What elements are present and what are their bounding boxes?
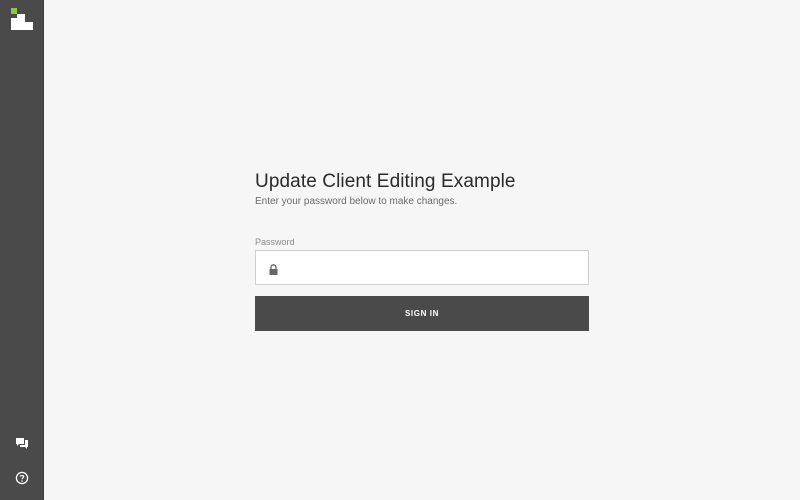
help-icon[interactable]: [12, 468, 32, 488]
main-content: Update Client Editing Example Enter your…: [44, 0, 800, 500]
password-input[interactable]: [286, 251, 588, 284]
password-field[interactable]: [255, 250, 589, 285]
signin-button[interactable]: SIGN IN: [255, 296, 589, 331]
page-title: Update Client Editing Example: [255, 171, 516, 192]
password-label: Password: [255, 237, 295, 247]
chat-icon[interactable]: [12, 434, 32, 454]
logo-icon[interactable]: [11, 8, 33, 30]
lock-icon: [269, 262, 278, 275]
sidebar: [0, 0, 44, 500]
signin-form: Update Client Editing Example Enter your…: [255, 170, 589, 331]
page-subtitle: Enter your password below to make change…: [255, 196, 458, 207]
